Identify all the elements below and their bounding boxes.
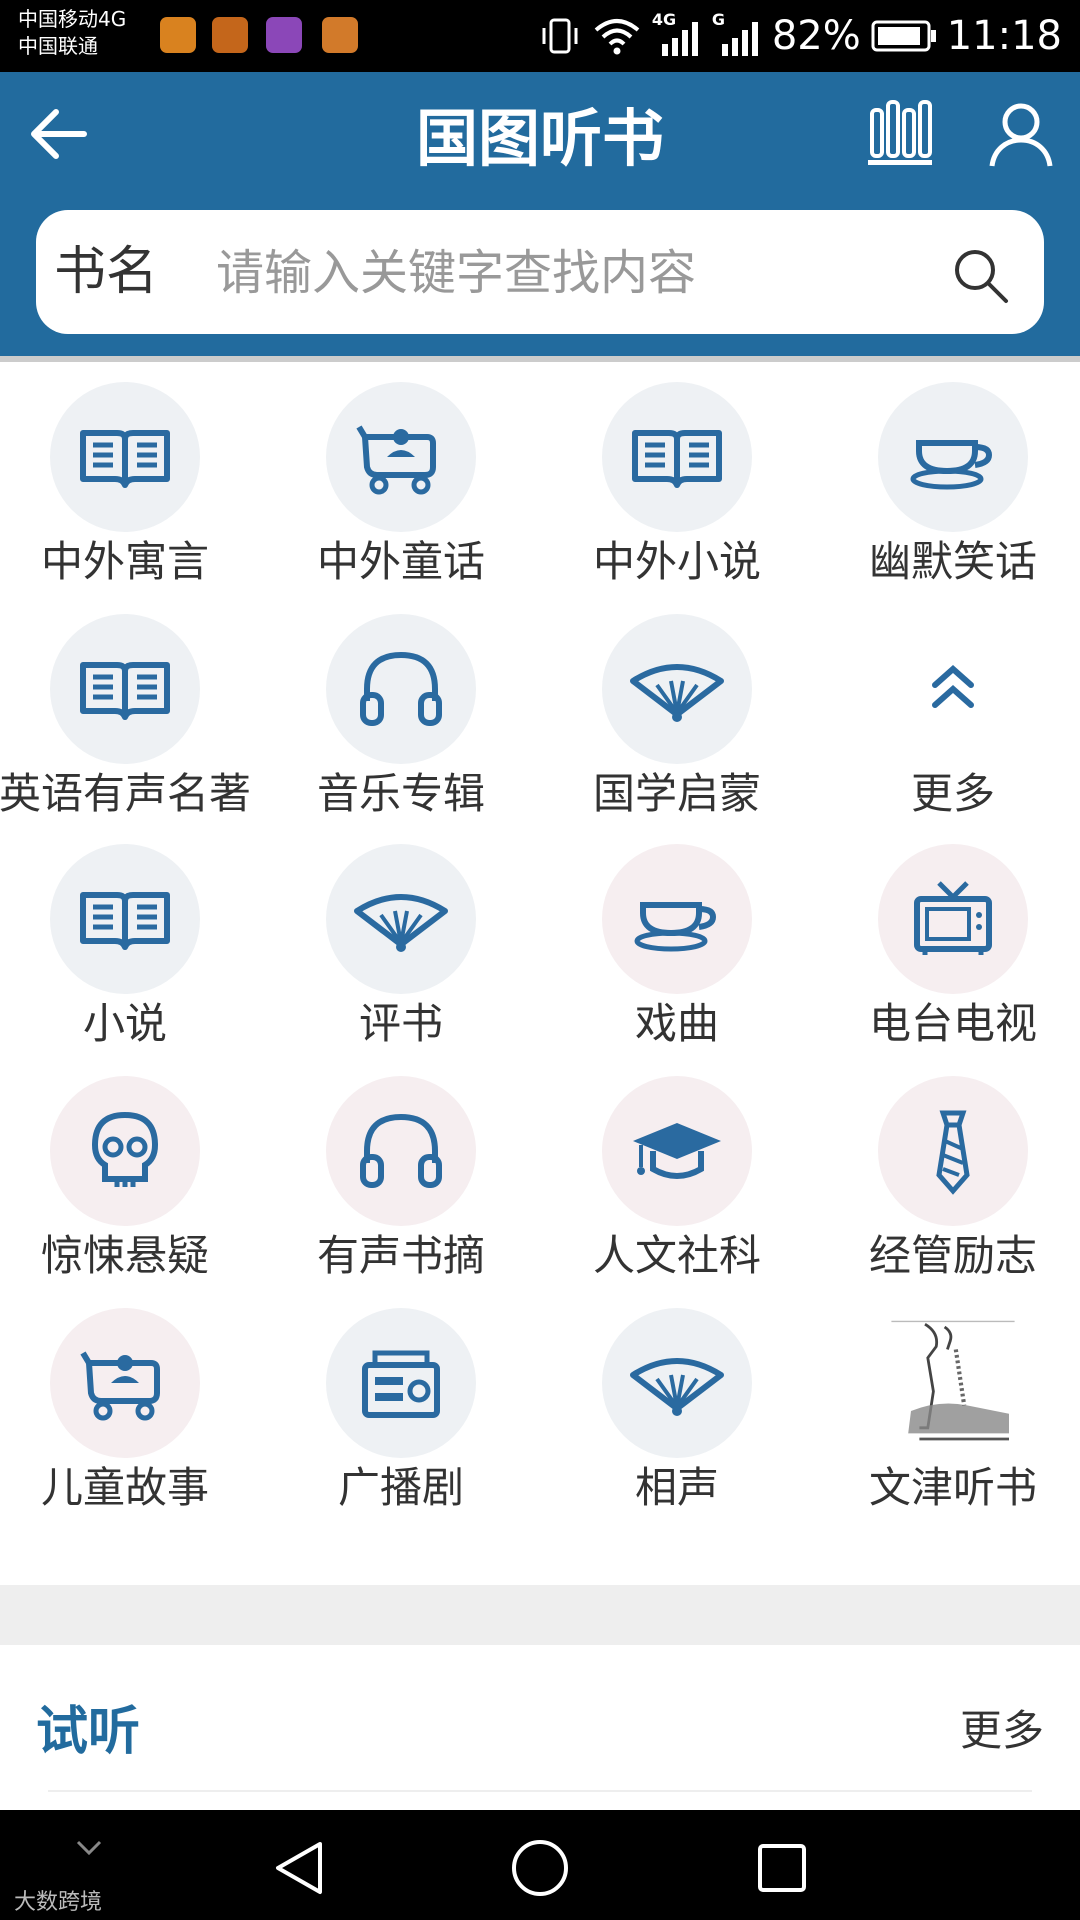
category-item[interactable]: 中外寓言 <box>0 380 270 600</box>
bookshelf-stats-icon[interactable] <box>868 100 932 168</box>
user-profile-icon[interactable] <box>988 100 1054 168</box>
section-more-link[interactable]: 更多 <box>960 1697 1044 1758</box>
search-bar[interactable]: 书名 <box>36 210 1044 334</box>
category-item[interactable]: 有声书摘 <box>276 1074 546 1294</box>
category-label: 评书 <box>358 999 443 1048</box>
notification-gallery-icon <box>266 17 302 53</box>
home-circle-icon[interactable] <box>510 1838 570 1898</box>
watermark-text: 大数跨境 <box>14 1890 103 1915</box>
skull-icon <box>50 1076 200 1226</box>
category-label: 音乐专辑 <box>316 769 485 818</box>
battery-icon <box>871 20 936 52</box>
stroller-icon <box>326 382 476 532</box>
category-item[interactable]: 幽默笑话 <box>828 380 1080 600</box>
fan-icon <box>602 1308 752 1458</box>
category-item[interactable]: 人文社科 <box>552 1074 822 1294</box>
book-icon <box>602 382 752 532</box>
book-icon <box>50 614 200 764</box>
preview-section-header: 试听 更多 <box>0 1645 1080 1810</box>
headphones-icon <box>326 1076 476 1226</box>
system-nav-bar <box>0 1810 1080 1920</box>
back-triangle-icon[interactable] <box>270 1838 330 1898</box>
book-icon <box>50 382 200 532</box>
category-item[interactable]: 国学启蒙 <box>552 612 822 832</box>
category-item[interactable]: 相声 <box>552 1306 822 1526</box>
category-label: 国学启蒙 <box>592 769 761 818</box>
category-label: 经管励志 <box>868 1231 1037 1280</box>
signal-4g-icon: 4G <box>652 10 702 58</box>
app-header: 国图听书 书名 <box>0 72 1080 356</box>
category-label: 幽默笑话 <box>868 537 1037 586</box>
book-icon <box>50 844 200 994</box>
category-item[interactable]: 中外小说 <box>552 380 822 600</box>
category-item[interactable]: 儿童故事 <box>0 1306 270 1526</box>
status-icons: 4G G 82% 11:18 <box>538 0 1062 72</box>
category-item[interactable]: 小说 <box>0 842 270 1062</box>
category-item[interactable]: 电台电视 <box>828 842 1080 1062</box>
notification-app-icon <box>160 17 196 53</box>
chevron-down-icon[interactable] <box>74 1838 104 1858</box>
category-label: 广播剧 <box>337 1463 464 1512</box>
notification-cloud-icon <box>322 17 358 53</box>
graduation-cap-icon <box>602 1076 752 1226</box>
category-label: 有声书摘 <box>316 1231 485 1280</box>
category-label: 文津听书 <box>868 1463 1037 1512</box>
vibrate-icon <box>542 18 578 54</box>
category-label: 儿童故事 <box>40 1463 209 1512</box>
category-label: 中外童话 <box>316 537 485 586</box>
radio-icon <box>326 1308 476 1458</box>
chevron-up-icon <box>878 614 1028 764</box>
stroller-icon <box>50 1308 200 1458</box>
headphones-icon <box>326 614 476 764</box>
category-label: 小说 <box>82 999 167 1048</box>
category-item[interactable]: 评书 <box>276 842 546 1062</box>
notification-megaphone-icon <box>212 17 248 53</box>
carrier-2: 中国联通 <box>18 34 98 58</box>
fan-icon <box>326 844 476 994</box>
section-title: 试听 <box>36 1702 141 1762</box>
teacup-icon <box>878 382 1028 532</box>
category-label: 更多 <box>910 769 995 818</box>
battery-percent: 82% <box>771 13 861 59</box>
fan-icon <box>602 614 752 764</box>
carrier-1: 中国移动4G <box>18 7 127 31</box>
watermark: 大数跨境 <box>14 1884 102 1916</box>
recents-square-icon[interactable] <box>752 1838 812 1898</box>
category-item[interactable]: 经管励志 <box>828 1074 1080 1294</box>
category-label: 惊悚悬疑 <box>40 1231 209 1280</box>
wifi-icon <box>594 19 640 55</box>
status-bar: 中国移动4G 中国联通 4G G 82% 11:18 <box>0 0 1080 72</box>
more-categories-toggle[interactable]: 更多 <box>828 612 1080 832</box>
category-label: 人文社科 <box>592 1231 761 1280</box>
signal-g-icon: G <box>712 10 762 58</box>
category-label: 电台电视 <box>868 999 1037 1048</box>
category-item[interactable]: 戏曲 <box>552 842 822 1062</box>
illustration-image <box>878 1308 1028 1458</box>
carrier-info: 中国移动4G 中国联通 <box>18 6 126 60</box>
divider <box>48 1790 1032 1792</box>
section-divider <box>0 1585 1080 1645</box>
category-item[interactable]: 广播剧 <box>276 1306 546 1526</box>
clock-time: 11:18 <box>946 13 1062 59</box>
category-label: 戏曲 <box>634 999 719 1048</box>
category-item[interactable]: 惊悚悬疑 <box>0 1074 270 1294</box>
search-icon[interactable] <box>950 245 1010 305</box>
category-item[interactable]: 音乐专辑 <box>276 612 546 832</box>
teacup-icon <box>602 844 752 994</box>
category-label: 相声 <box>634 1463 719 1512</box>
banner-strip <box>0 356 1080 362</box>
category-label: 中外小说 <box>592 537 761 586</box>
category-label: 中外寓言 <box>40 537 209 586</box>
search-input[interactable] <box>214 228 958 318</box>
category-item[interactable]: 中外童话 <box>276 380 546 600</box>
category-item[interactable]: 文津听书 <box>828 1306 1080 1526</box>
tie-icon <box>878 1076 1028 1226</box>
category-item[interactable]: 英语有声名著 <box>0 612 270 832</box>
tv-icon <box>878 844 1028 994</box>
category-label: 英语有声名著 <box>0 769 251 818</box>
search-category-selector[interactable]: 书名 <box>54 210 158 334</box>
